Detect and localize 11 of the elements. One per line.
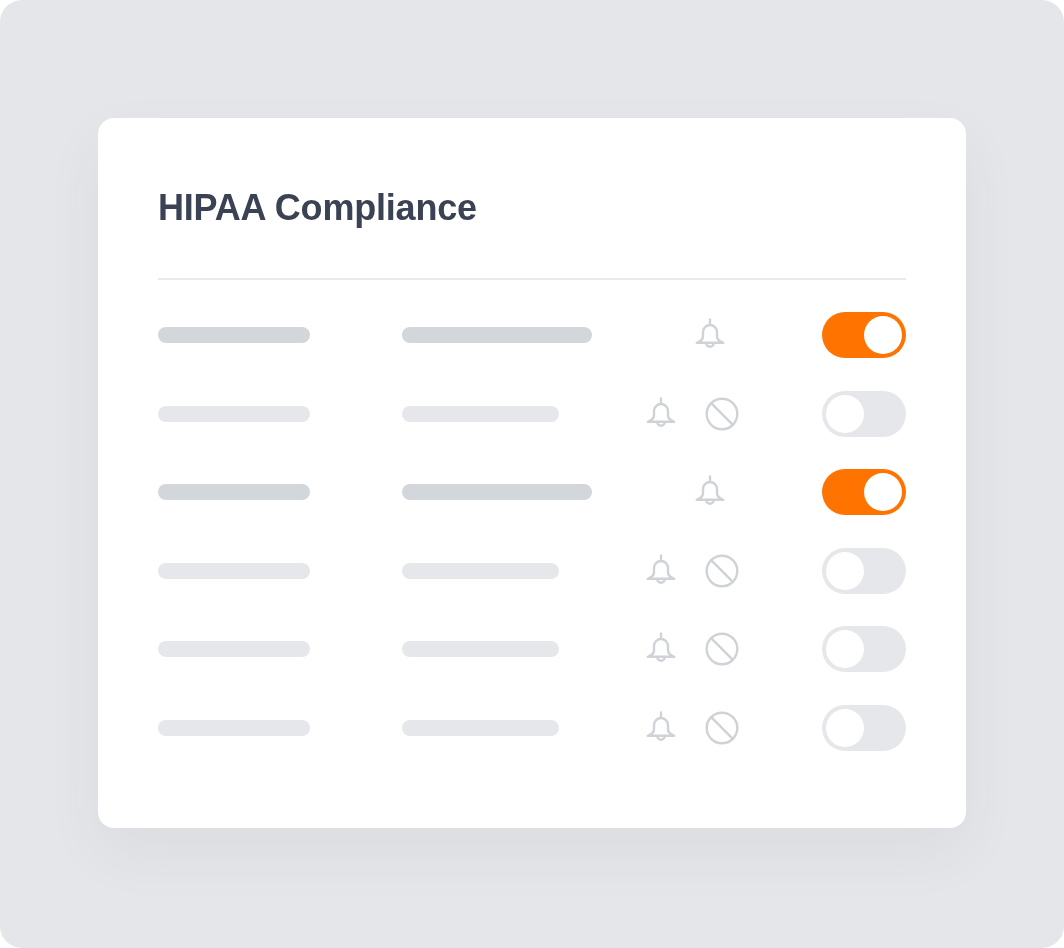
toggle-switch[interactable]	[822, 547, 906, 594]
card-title: HIPAA Compliance	[158, 188, 478, 228]
prohibited-icon[interactable]	[705, 396, 739, 431]
toggle-switch[interactable]	[822, 390, 906, 437]
toggle-switch[interactable]	[822, 469, 906, 516]
toggle-switch[interactable]	[822, 704, 906, 751]
prohibited-icon[interactable]	[705, 553, 739, 588]
prohibited-icon[interactable]	[705, 710, 739, 745]
prohibited-icon[interactable]	[705, 632, 739, 667]
toggle-switch[interactable]	[822, 312, 906, 358]
toggle-switch[interactable]	[822, 626, 906, 673]
